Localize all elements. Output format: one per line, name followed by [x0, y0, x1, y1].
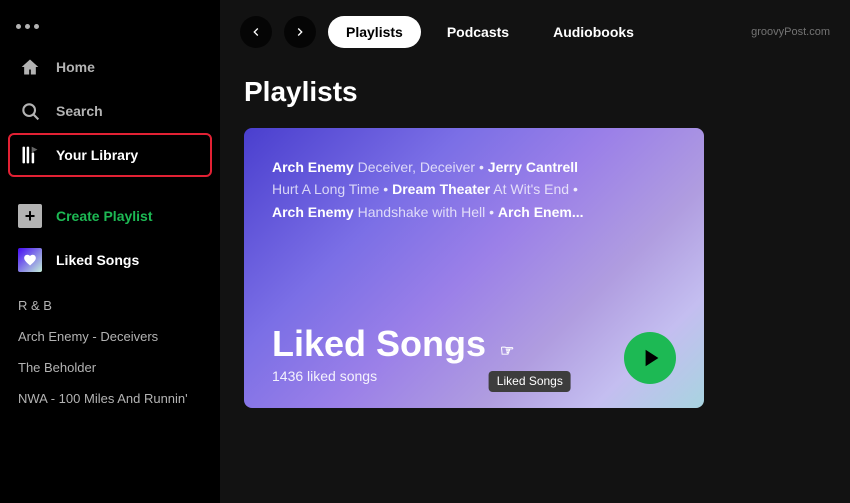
card-bottom: Liked Songs ☞ Liked Songs 1436 liked son…	[272, 324, 676, 384]
top-bar: Playlists Podcasts Audiobooks groovyPost…	[220, 0, 850, 56]
dot-2	[25, 24, 30, 29]
your-library-label: Your Library	[56, 147, 138, 163]
card-title-area: Liked Songs ☞ Liked Songs 1436 liked son…	[272, 324, 514, 384]
tab-audiobooks[interactable]: Audiobooks	[535, 16, 652, 48]
dot-1	[16, 24, 21, 29]
track-song-2: Hurt A Long Time	[272, 181, 379, 197]
track-sep-1: •	[479, 159, 488, 175]
track-sep-4: •	[489, 204, 498, 220]
liked-songs-icon	[18, 248, 42, 272]
playlist-item-arch-enemy[interactable]: Arch Enemy - Deceivers	[8, 321, 212, 352]
track-artist-4: Arch Enemy	[272, 204, 354, 220]
create-playlist-button[interactable]: + Create Playlist	[8, 194, 212, 238]
nav-your-library[interactable]: Your Library	[8, 133, 212, 177]
tooltip-wrapper: ☞ Liked Songs	[496, 324, 514, 364]
sidebar-divider-1	[8, 185, 212, 186]
track-sep-3: •	[573, 181, 578, 197]
playlist-list: R & B Arch Enemy - Deceivers The Beholde…	[8, 290, 212, 414]
dot-3	[34, 24, 39, 29]
sidebar-dots-menu[interactable]	[8, 16, 212, 45]
track-song-3: At Wit's End	[493, 181, 569, 197]
card-subtitle: 1436 liked songs	[272, 368, 514, 384]
playlist-item-beholder[interactable]: The Beholder	[8, 352, 212, 383]
track-song-4: Handshake with Hell	[358, 204, 486, 220]
play-button[interactable]	[624, 332, 676, 384]
search-label: Search	[56, 103, 103, 119]
home-label: Home	[56, 59, 95, 75]
card-title: Liked Songs ☞ Liked Songs	[272, 324, 514, 364]
watermark: groovyPost.com	[751, 26, 830, 38]
playlist-item-rnb[interactable]: R & B	[8, 290, 212, 321]
content-area: Playlists Arch Enemy Deceiver, Deceiver …	[220, 56, 850, 503]
track-artist-3: Dream Theater	[392, 181, 490, 197]
search-icon	[18, 99, 42, 123]
library-icon	[18, 143, 42, 167]
tab-playlists[interactable]: Playlists	[328, 16, 421, 48]
track-song-1: Deceiver, Deceiver	[358, 159, 476, 175]
cursor-hand-icon: ☞	[500, 343, 514, 361]
liked-songs-card[interactable]: Arch Enemy Deceiver, Deceiver • Jerry Ca…	[244, 128, 704, 408]
tab-podcasts[interactable]: Podcasts	[429, 16, 527, 48]
forward-button[interactable]	[284, 16, 316, 48]
liked-songs-label: Liked Songs	[56, 252, 139, 268]
liked-songs-nav[interactable]: Liked Songs	[8, 238, 212, 282]
nav-search[interactable]: Search	[8, 89, 212, 133]
track-artist-1: Arch Enemy	[272, 159, 354, 175]
back-button[interactable]	[240, 16, 272, 48]
playlist-item-nwa[interactable]: NWA - 100 Miles And Runnin'	[8, 383, 212, 414]
home-icon	[18, 55, 42, 79]
section-title: Playlists	[244, 76, 826, 108]
track-artist-5: Arch Enem...	[498, 204, 584, 220]
track-sep-2: •	[383, 181, 392, 197]
track-artist-2: Jerry Cantrell	[488, 159, 578, 175]
tab-container: Playlists Podcasts Audiobooks	[328, 16, 652, 48]
nav-home[interactable]: Home	[8, 45, 212, 89]
create-playlist-icon: +	[18, 204, 42, 228]
main-content: Playlists Podcasts Audiobooks groovyPost…	[220, 0, 850, 503]
sidebar: Home Search Your Library + Create Playli…	[0, 0, 220, 503]
create-playlist-label: Create Playlist	[56, 208, 153, 224]
card-tracks-text: Arch Enemy Deceiver, Deceiver • Jerry Ca…	[272, 156, 676, 223]
